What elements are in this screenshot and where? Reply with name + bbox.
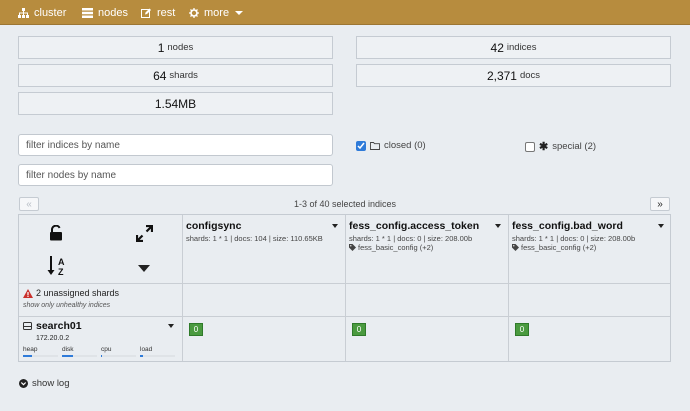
index-alias-access-token[interactable]: fess_basic_config (+2) xyxy=(349,243,433,252)
stat-docs-value: 2,371 xyxy=(486,68,517,83)
index-alias-bad-word[interactable]: fess_basic_config (+2) xyxy=(512,243,596,252)
svg-text:A: A xyxy=(58,257,65,267)
node-name[interactable]: search01 xyxy=(36,320,82,332)
caret-down-icon[interactable] xyxy=(138,265,150,272)
top-navbar: cluster nodes rest more xyxy=(0,0,690,25)
show-log-toggle[interactable]: show log xyxy=(19,378,70,389)
prev-page-button[interactable]: « xyxy=(19,197,39,211)
stat-indices-value: 42 xyxy=(490,40,504,55)
index-alias-label: fess_basic_config (+2) xyxy=(358,243,434,252)
metric-heap-label: heap xyxy=(23,346,38,353)
metric-heap-bar xyxy=(23,355,58,357)
closed-checkbox[interactable] xyxy=(356,140,366,151)
sort-alpha-icon[interactable]: A Z xyxy=(47,255,67,277)
unlock-icon[interactable] xyxy=(49,225,63,241)
index-menu-caret-icon[interactable] xyxy=(658,224,664,228)
show-unhealthy-link[interactable]: show only unhealthy indices xyxy=(23,302,110,309)
hard-drive-icon xyxy=(23,322,32,330)
folder-icon xyxy=(370,141,380,150)
cluster-overview-grid: A Z configsync shards: 1 * 1 | docs: 104… xyxy=(18,214,671,362)
nav-more-label: more xyxy=(204,6,230,19)
special-checkbox[interactable] xyxy=(525,141,535,152)
node-menu-caret-icon[interactable] xyxy=(168,324,174,328)
server-icon xyxy=(82,7,93,18)
edit-icon xyxy=(141,8,151,18)
stat-nodes-value: 1 xyxy=(157,40,165,55)
metric-cpu-bar xyxy=(101,355,136,357)
sitemap-icon xyxy=(18,7,29,18)
nav-rest[interactable]: rest xyxy=(141,0,175,25)
unassigned-shards-warning: 2 unassigned shards xyxy=(23,288,119,298)
stat-shards-value: 64 xyxy=(153,68,167,83)
expand-icon[interactable] xyxy=(136,225,153,242)
index-menu-caret-icon[interactable] xyxy=(495,224,501,228)
nav-nodes-label: nodes xyxy=(98,6,128,19)
index-name-configsync[interactable]: configsync xyxy=(186,220,241,232)
index-meta-configsync: shards: 1 * 1 | docs: 104 | size: 110.65… xyxy=(186,234,323,243)
gear-icon xyxy=(189,7,199,18)
check-icon xyxy=(357,142,365,149)
nav-more-dropdown[interactable]: more xyxy=(189,0,244,25)
nav-nodes[interactable]: nodes xyxy=(82,0,128,25)
chevron-down-icon xyxy=(235,10,244,15)
tag-icon xyxy=(512,244,519,251)
warning-icon xyxy=(23,288,33,298)
stat-indices-unit: indices xyxy=(506,42,537,53)
metric-load-label: load xyxy=(140,346,153,353)
metric-load-bar xyxy=(140,355,175,357)
index-alias-label: fess_basic_config (+2) xyxy=(521,243,597,252)
nav-cluster-label: cluster xyxy=(34,6,67,19)
pager-status: 1-3 of 40 selected indices xyxy=(293,199,397,209)
nav-cluster[interactable]: cluster xyxy=(18,0,66,25)
shard-bad-word[interactable]: 0 xyxy=(515,323,529,336)
stat-nodes: 1 nodes xyxy=(18,36,333,59)
node-ip: 172.20.0.2 xyxy=(36,335,70,342)
index-menu-caret-icon[interactable] xyxy=(332,224,338,228)
special-label: special (2) xyxy=(552,141,597,152)
filter-nodes-input[interactable] xyxy=(18,164,333,186)
stat-docs: 2,371 docs xyxy=(356,64,671,87)
index-meta-access-token: shards: 1 * 1 | docs: 0 | size: 208.00b xyxy=(349,234,473,243)
nav-rest-label: rest xyxy=(157,6,176,19)
stat-indices: 42 indices xyxy=(356,36,671,59)
closed-indices-toggle[interactable]: closed (0) xyxy=(356,140,426,151)
tag-icon xyxy=(349,244,356,251)
stat-nodes-unit: nodes xyxy=(167,42,194,53)
index-name-bad-word[interactable]: fess_config.bad_word xyxy=(512,220,623,232)
stat-size-value: 1.54MB xyxy=(154,96,197,111)
shard-configsync[interactable]: 0 xyxy=(189,323,203,336)
stat-size: 1.54MB xyxy=(18,92,333,115)
stat-shards: 64 shards xyxy=(18,64,333,87)
metric-cpu-label: cpu xyxy=(101,346,112,353)
index-name-access-token[interactable]: fess_config.access_token xyxy=(349,220,479,232)
show-log-label: show log xyxy=(32,378,70,389)
metric-disk-label: disk xyxy=(62,346,74,353)
svg-text:Z: Z xyxy=(58,267,64,277)
special-indices-toggle[interactable]: ✱ special (2) xyxy=(525,140,596,153)
stat-docs-unit: docs xyxy=(519,70,541,81)
metric-disk-bar xyxy=(62,355,97,357)
shard-access-token[interactable]: 0 xyxy=(352,323,366,336)
filter-indices-input[interactable] xyxy=(18,134,333,156)
asterisk-icon: ✱ xyxy=(539,141,549,153)
closed-label: closed (0) xyxy=(384,140,426,151)
next-page-button[interactable]: » xyxy=(650,197,670,211)
stat-shards-unit: shards xyxy=(169,70,198,81)
chevron-circle-down-icon xyxy=(19,379,28,388)
index-meta-bad-word: shards: 1 * 1 | docs: 0 | size: 208.00b xyxy=(512,234,636,243)
unassigned-shards-label: 2 unassigned shards xyxy=(36,288,120,298)
